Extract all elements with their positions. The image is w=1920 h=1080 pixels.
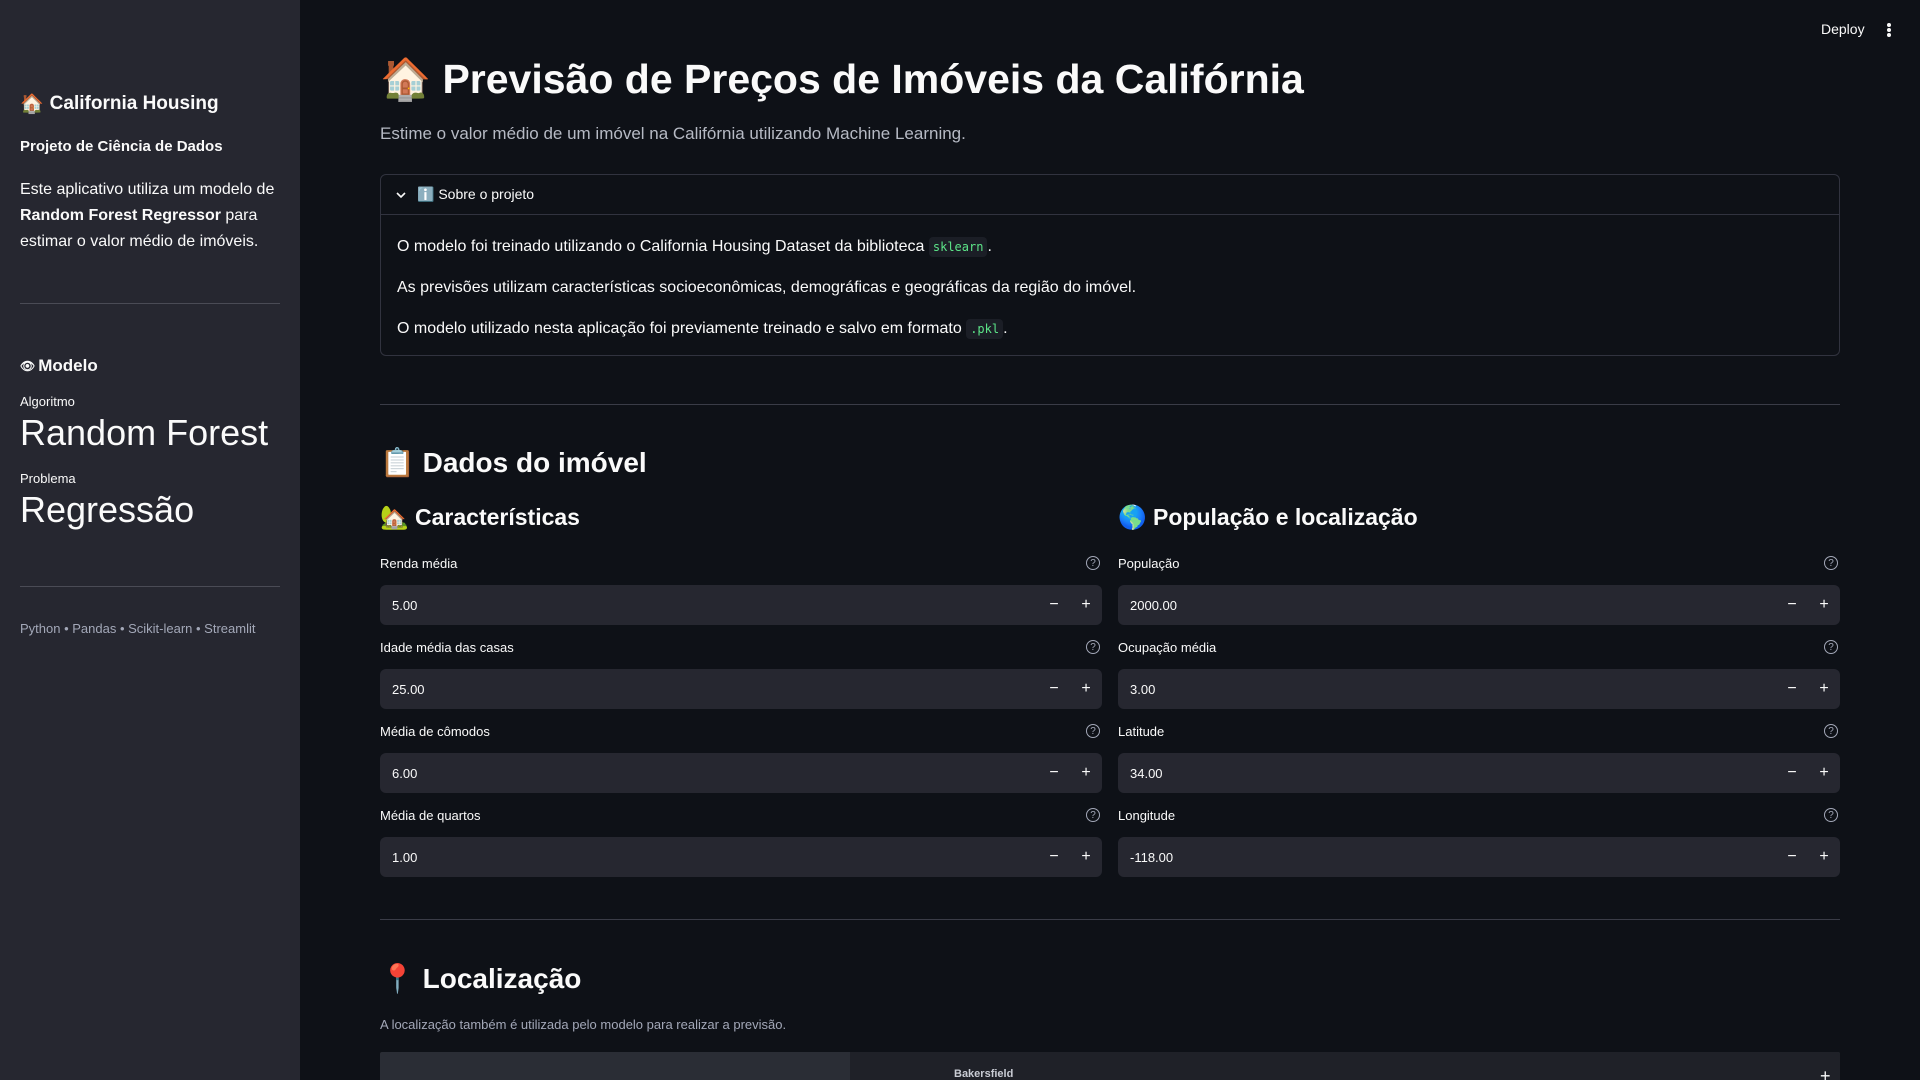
number-input[interactable]: 6.00− + xyxy=(380,753,1102,793)
number-input[interactable]: 25.00− + xyxy=(380,669,1102,709)
help-icon[interactable]: ? xyxy=(1824,556,1838,570)
about-paragraph-1: O modelo foi treinado utilizando o Calif… xyxy=(397,237,992,257)
about-paragraph-2: As previsões utilizam características so… xyxy=(397,279,1137,296)
plus-icon[interactable]: + xyxy=(1070,753,1102,793)
section-title-dados: 📋 Dados do imóvel xyxy=(380,447,647,478)
expander-body: O modelo foi treinado utilizando o Calif… xyxy=(381,215,1839,341)
field-longitude: Longitude? -118.00− + xyxy=(1118,803,1840,877)
field-media-comodos: Média de cômodos? 6.00− + xyxy=(380,719,1102,793)
help-icon[interactable]: ? xyxy=(1086,724,1100,738)
zoom-in-button[interactable]: + xyxy=(1820,1066,1831,1080)
metric-value: Regressão xyxy=(20,489,195,530)
metric-value: Random Forest xyxy=(20,412,269,453)
expander-toggle[interactable]: ℹ️ Sobre o projeto xyxy=(381,175,1839,215)
metric-problema: Problema Regressão xyxy=(20,471,280,530)
minus-icon[interactable]: − xyxy=(1038,585,1070,625)
plus-icon[interactable]: + xyxy=(1808,585,1840,625)
number-input[interactable]: 3.00− + xyxy=(1118,669,1840,709)
metric-label: Algoritmo xyxy=(20,394,75,409)
minus-icon[interactable]: − xyxy=(1776,585,1808,625)
page-title: 🏠 Previsão de Preços de Imóveis da Calif… xyxy=(380,56,1304,102)
plus-icon[interactable]: + xyxy=(1808,837,1840,877)
field-ocupacao-media: Ocupação média? 3.00− + xyxy=(1118,635,1840,709)
model-heading: 👁 Modelo xyxy=(20,356,98,375)
plus-icon[interactable]: + xyxy=(1808,669,1840,709)
field-idade-media: Idade média das casas? 25.00− + xyxy=(380,635,1102,709)
sidebar-title: 🏠 California Housing xyxy=(20,93,219,115)
sidebar-divider xyxy=(20,586,280,587)
field-latitude: Latitude? 34.00− + xyxy=(1118,719,1840,793)
metric-label: Problema xyxy=(20,471,76,486)
plus-icon[interactable]: + xyxy=(1808,753,1840,793)
help-icon[interactable]: ? xyxy=(1824,640,1838,654)
metric-algoritmo: Algoritmo Random Forest xyxy=(20,394,280,453)
minus-icon[interactable]: − xyxy=(1038,753,1070,793)
deploy-button[interactable]: Deploy xyxy=(1821,21,1865,37)
sidebar-footer: Python • Pandas • Scikit-learn • Streaml… xyxy=(20,621,256,636)
sidebar-subtitle: Projeto de Ciência de Dados xyxy=(20,138,223,155)
sidebar: 🏠 California Housing Projeto de Ciência … xyxy=(0,0,300,1080)
map-city-label: Bakersfield xyxy=(954,1068,1014,1080)
section-divider xyxy=(380,404,1840,405)
page-subtitle: Estime o valor médio de um imóvel na Cal… xyxy=(380,124,966,143)
sidebar-description: Este aplicativo utiliza um modelo de Ran… xyxy=(20,181,275,250)
section-title-localizacao: 📍 Localização xyxy=(380,963,582,994)
help-icon[interactable]: ? xyxy=(1086,808,1100,822)
section-divider xyxy=(380,919,1840,920)
plus-icon[interactable]: + xyxy=(1070,669,1102,709)
main-menu-icon[interactable] xyxy=(1882,20,1896,40)
location-caption: A localização também é utilizada pelo mo… xyxy=(380,1017,787,1032)
number-input[interactable]: 34.00− + xyxy=(1118,753,1840,793)
number-input[interactable]: 1.00− + xyxy=(380,837,1102,877)
code-sklearn: sklearn xyxy=(928,237,988,257)
minus-icon[interactable]: − xyxy=(1776,669,1808,709)
field-populacao: População? 2000.00− + xyxy=(1118,551,1840,625)
eye-icon: 👁 xyxy=(20,359,36,373)
plus-icon[interactable]: + xyxy=(1070,837,1102,877)
plus-icon[interactable]: + xyxy=(1070,585,1102,625)
number-input[interactable]: 2000.00− + xyxy=(1118,585,1840,625)
sidebar-divider xyxy=(20,303,280,304)
minus-icon[interactable]: − xyxy=(1776,837,1808,877)
field-renda-media: Renda média? 5.00− + xyxy=(380,551,1102,625)
column-title-caracteristicas: 🏡 Características xyxy=(380,504,580,530)
column-title-populacao: 🌎 População e localização xyxy=(1118,504,1418,530)
location-map[interactable]: Bakersfield + xyxy=(380,1052,1840,1080)
about-expander: ℹ️ Sobre o projeto O modelo foi treinado… xyxy=(380,174,1840,356)
expander-label: ℹ️ Sobre o projeto xyxy=(417,186,535,202)
minus-icon[interactable]: − xyxy=(1038,669,1070,709)
help-icon[interactable]: ? xyxy=(1086,556,1100,570)
chevron-down-icon xyxy=(396,191,406,198)
about-paragraph-3: O modelo utilizado nesta aplicação foi p… xyxy=(397,319,1008,339)
field-media-quartos: Média de quartos? 1.00− + xyxy=(380,803,1102,877)
house-icon: 🏠 xyxy=(20,94,44,115)
minus-icon[interactable]: − xyxy=(1038,837,1070,877)
minus-icon[interactable]: − xyxy=(1776,753,1808,793)
help-icon[interactable]: ? xyxy=(1086,640,1100,654)
number-input[interactable]: 5.00− + xyxy=(380,585,1102,625)
number-input[interactable]: -118.00− + xyxy=(1118,837,1840,877)
help-icon[interactable]: ? xyxy=(1824,808,1838,822)
help-icon[interactable]: ? xyxy=(1824,724,1838,738)
code-pkl: .pkl xyxy=(966,319,1004,339)
